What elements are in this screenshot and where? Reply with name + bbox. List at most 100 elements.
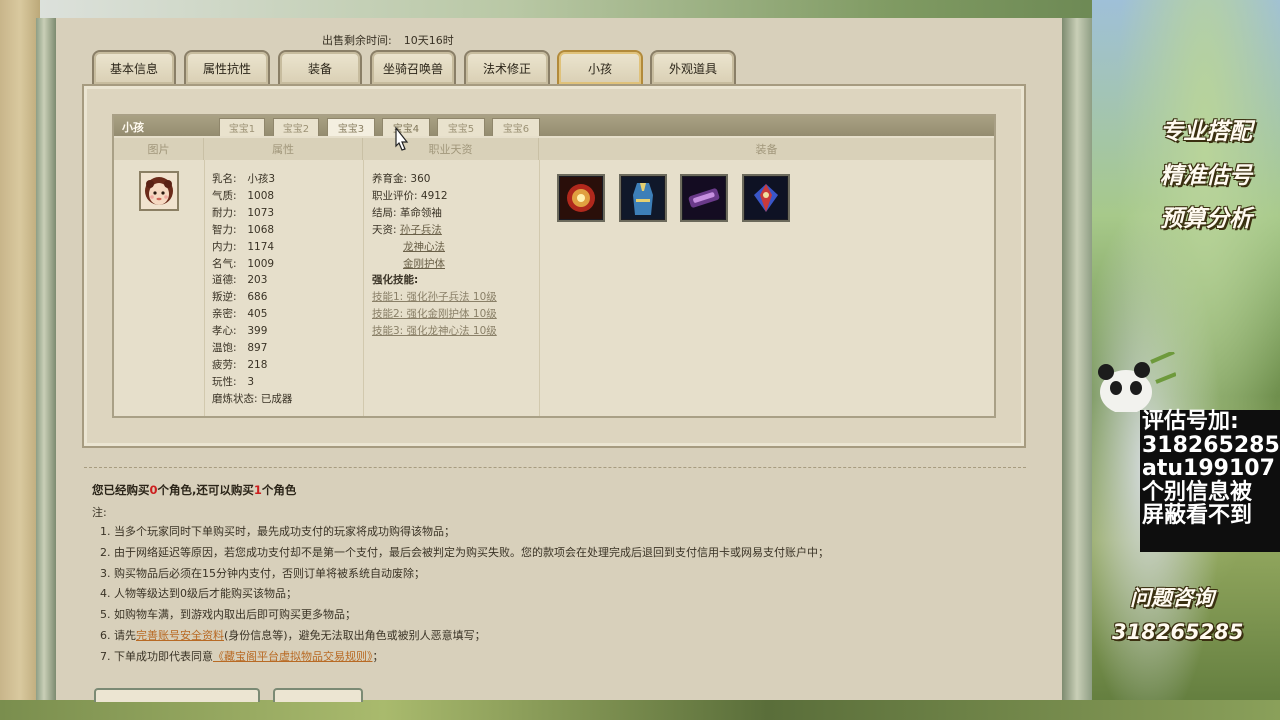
child-attribute-list: 乳名: 小孩3 气质: 1008 耐力: 1073 智力: 1068 内力: 1174 名… [212,171,292,408]
subtab-baby-1[interactable]: 宝宝1 [219,118,265,136]
gift-row: 天资: 孙子兵法 [372,222,497,239]
equipment-slot-3[interactable] [680,174,728,222]
promo-line: 专业搭配 [1160,119,1252,145]
attribute-key: 内力: [212,240,237,253]
gift-label: 天资: [372,223,397,236]
attribute-row: 名气: 1009 [212,256,292,273]
orb-item-icon [560,177,602,219]
attribute-key: 温饱: [212,342,237,355]
tab-attributes[interactable]: 属性抗性 [184,50,270,84]
attribute-value: 已成器 [260,392,293,405]
column-label: 图片 [147,143,170,156]
equipment-slot-4[interactable] [742,174,790,222]
attribute-value: 小孩3 [247,173,276,185]
attribute-row: 疲劳: 218 [212,357,292,374]
note-item: 2. 由于网络延迟等原因，若您成功支付却不是第一个支付，最后会被判定为购买失败。… [100,545,829,559]
skill-link[interactable]: 技能3: 强化龙神心法 10级 [372,325,497,337]
remaining-label: 出售剩余时间: [322,34,392,47]
equipment-slot-2[interactable] [619,174,667,222]
attribute-key: 道德: [212,274,237,287]
back-button[interactable] [273,688,363,702]
tab-mount-summon[interactable]: 坐骑召唤兽 [370,50,456,84]
ending-value: 革命领袖 [399,206,442,219]
gift-link[interactable]: 孙子兵法 [400,224,442,236]
subtab-baby-3[interactable]: 宝宝3 [327,118,375,136]
attribute-row: 内力: 1174 [212,239,292,256]
note-item: 1. 当多个玩家同时下单购买时，最先成功支付的玩家将成功购得该物品； [100,525,455,538]
child-talent-list: 养育金: 360 职业评价: 4912 结局: 革命领袖 天资: 孙子兵法 龙神… [372,171,497,340]
column-label: 职业天资 [428,143,473,156]
eval-line: 评估号加: [1142,409,1239,434]
remaining-value: 10天16时 [403,34,454,47]
attribute-row: 道德: 203 [212,272,292,289]
attribute-value: 1174 [247,240,275,253]
note-item: 6. 请先完善账号安全资料(身份信息等)，避免无法取出角色或被别人恶意填写； [100,626,829,647]
attribute-value: 686 [247,291,268,304]
attribute-value: 1008 [247,189,275,202]
panda-icon [1098,352,1176,412]
note-item: 3. 购买物品后必须在15分钟内支付，否则订单将被系统自动废除； [100,566,425,580]
attribute-value: 1073 [247,206,275,219]
subtab-label: 宝宝3 [337,124,365,135]
background-top [0,0,1280,18]
section-divider [84,467,1026,468]
sale-remaining-time: 出售剩余时间: 10天16时 [322,32,454,48]
skill-row: 技能2: 强化金刚护体 10级 [372,306,497,323]
tab-equipment[interactable]: 装备 [278,50,362,84]
tab-basic-info[interactable]: 基本信息 [92,50,176,84]
subtab-baby-2[interactable]: 宝宝2 [273,118,319,136]
background-bottom [0,700,1280,720]
note-item: 4. 人物等级达到0级后才能购买该物品； [100,587,297,601]
remain-count: 1 [253,483,262,497]
attribute-key: 疲劳: [212,358,237,371]
eval-line: 屏蔽看不到 [1142,503,1253,528]
equipment-slot-1[interactable] [557,174,605,222]
column-header-image: 图片 [114,138,204,160]
subtab-label: 宝宝1 [228,124,256,135]
mouse-cursor-icon [395,126,409,151]
skill-link[interactable]: 技能1: 强化孙子兵法 10级 [372,291,497,303]
child-avatar [139,171,179,211]
attribute-row: 玩性: 3 [212,374,292,391]
tab-child[interactable]: 小孩 [557,50,643,84]
note-text: 7. 下单成功即代表同意 [100,649,213,663]
consult-number: 318265285 [1112,620,1244,644]
promo-line: 精准估号 [1160,163,1252,189]
bought-prefix: 您已经购买 [92,483,150,497]
note-text: 6. 请先 [100,628,136,642]
column-divider [204,160,205,416]
skills-heading: 强化技能: [372,272,497,289]
tab-label: 小孩 [587,61,612,76]
rating-value: 4912 [420,189,448,202]
tab-spell-correction[interactable]: 法术修正 [464,50,550,84]
attribute-row: 温饱: 897 [212,340,292,357]
trade-rules-link[interactable]: 《藏宝阁平台虚拟物品交易规则》 [213,650,373,663]
attribute-key: 智力: [212,223,237,236]
column-label: 属性 [272,143,294,156]
promo-line: 预算分析 [1160,206,1252,232]
frame-left-strip [36,18,56,700]
ending-row: 结局: 革命领袖 [372,205,497,222]
column-label: 装备 [755,143,778,156]
skill-link[interactable]: 技能2: 强化金刚护体 10级 [372,308,497,320]
attribute-value: 405 [247,308,268,321]
tab-appearance-items[interactable]: 外观道具 [650,50,736,84]
subtab-baby-5[interactable]: 宝宝5 [437,118,485,136]
subtab-baby-6[interactable]: 宝宝6 [492,118,540,136]
notes-list: 1. 当多个玩家同时下单购买时，最先成功支付的玩家将成功购得该物品； 2. 由于… [100,522,829,668]
tab-label: 坐骑召唤兽 [382,61,443,76]
account-security-link[interactable]: 完善账号安全资料 [136,629,224,642]
attribute-key: 亲密: [212,308,237,321]
attribute-row: 孝心: 399 [212,323,292,340]
subtab-label: 宝宝2 [282,124,310,135]
attribute-key: 玩性: [212,375,237,388]
frame-right-strip [1062,18,1092,700]
buy-button[interactable] [94,688,260,702]
gift-link[interactable]: 龙神心法 [403,241,445,253]
note-item: 7. 下单成功即代表同意《藏宝阁平台虚拟物品交易规则》； [100,647,829,668]
fund-row: 养育金: 360 [372,171,497,188]
column-divider [363,160,364,416]
eval-line: 个别信息被 [1142,479,1253,505]
gift-link[interactable]: 金刚护体 [403,258,445,270]
fund-label: 养育金: [372,173,408,185]
